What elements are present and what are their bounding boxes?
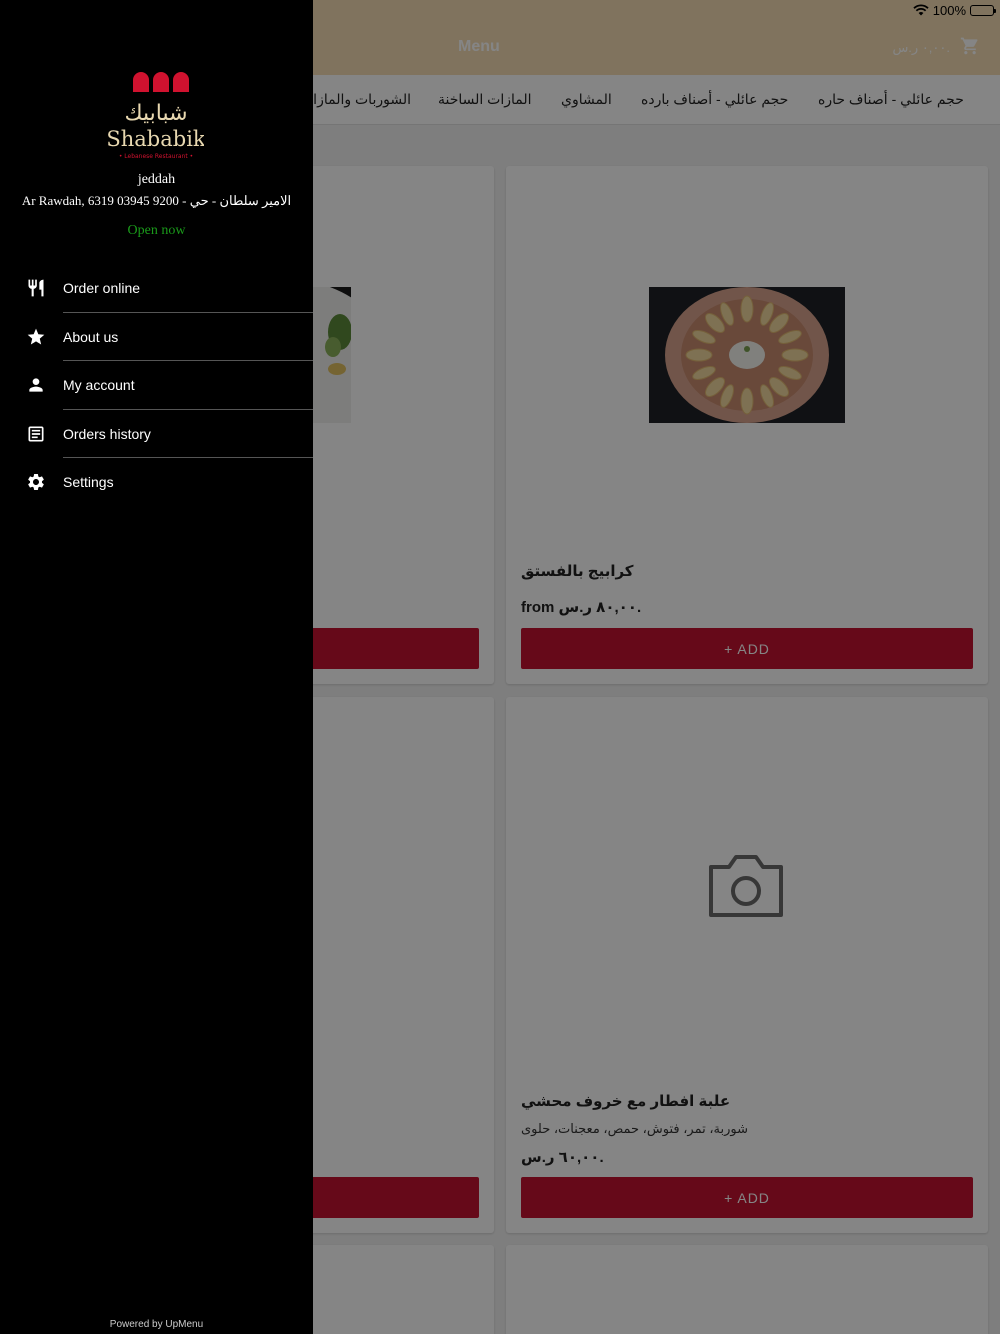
gear-icon <box>26 472 46 492</box>
navigation-drawer: شبابيك Shababik • Lebanese Restaurant • … <box>0 0 313 1334</box>
branch-name: jeddah <box>137 172 176 187</box>
menu-item-my-account[interactable]: My account <box>0 361 313 410</box>
menu-item-label: Orders history <box>63 425 151 442</box>
menu-item-orders-history[interactable]: Orders history <box>0 410 313 458</box>
drawer-menu: Order online About us My account Orders … <box>0 264 313 507</box>
menu-item-label: Order online <box>63 280 141 297</box>
menu-item-about-us[interactable]: About us <box>0 313 313 361</box>
person-icon <box>26 375 46 395</box>
restaurant-logo: شبابيك Shababik • Lebanese Restaurant • <box>108 72 204 160</box>
receipt-icon <box>26 424 46 444</box>
menu-item-label: Settings <box>63 474 114 491</box>
svg-text:شبابيك: شبابيك <box>124 101 187 126</box>
menu-item-order-online[interactable]: Order online <box>0 264 313 313</box>
star-icon <box>26 327 46 347</box>
powered-by[interactable]: Powered by UpMenu <box>0 1319 313 1330</box>
branch-address: Ar Rawdah, 6319 03945 9200 - الامير سلطا… <box>21 193 292 208</box>
menu-item-label: About us <box>63 328 119 345</box>
open-status: Open now <box>127 223 186 238</box>
menu-item-settings[interactable]: Settings <box>0 458 313 507</box>
svg-text:Shababik: Shababik <box>108 127 204 151</box>
svg-text:• Lebanese Restaurant •: • Lebanese Restaurant • <box>119 153 193 160</box>
menu-item-label: My account <box>63 377 135 394</box>
fork-knife-icon <box>26 278 46 298</box>
